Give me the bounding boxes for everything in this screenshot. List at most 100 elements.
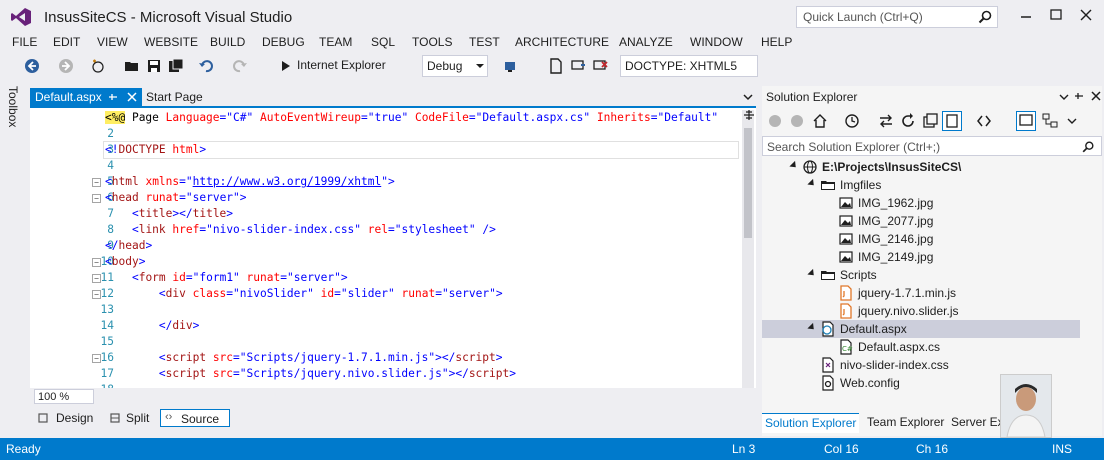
document-icon[interactable] — [548, 58, 564, 74]
tree-item[interactable]: Default.aspx — [762, 320, 1080, 338]
editor-vertical-scrollbar[interactable] — [742, 110, 754, 388]
code-line[interactable]: 13 — [30, 302, 750, 318]
menu-edit[interactable]: EDIT — [53, 35, 80, 49]
start-debugging-icon[interactable] — [278, 58, 294, 74]
tree-item[interactable]: Imgfiles — [762, 176, 1080, 194]
menu-test[interactable]: TEST — [469, 35, 500, 49]
expand-arrow-icon[interactable] — [807, 322, 817, 333]
code-line[interactable]: 2 — [30, 126, 750, 142]
back-icon[interactable] — [24, 58, 40, 74]
home-icon[interactable] — [812, 113, 828, 129]
menu-help[interactable]: HELP — [761, 35, 792, 49]
forward-icon[interactable] — [790, 114, 804, 128]
class-diagram-icon[interactable] — [1042, 113, 1058, 129]
collapse-toggle-icon[interactable]: − — [92, 194, 101, 203]
code-line[interactable]: 16− <script src="Scripts/jquery-1.7.1.mi… — [30, 350, 750, 366]
comment-icon[interactable] — [570, 58, 586, 74]
open-file-icon[interactable] — [124, 58, 140, 74]
collapse-all-icon[interactable] — [922, 113, 938, 129]
expand-arrow-icon[interactable] — [807, 178, 817, 189]
pin-icon[interactable] — [108, 91, 120, 103]
menu-debug[interactable]: DEBUG — [262, 35, 305, 49]
tree-item[interactable]: IMG_1962.jpg — [762, 194, 1080, 212]
save-all-icon[interactable] — [168, 58, 184, 74]
toolbox-strip[interactable]: Toolbox — [0, 82, 26, 438]
code-line[interactable]: 10− <body> — [30, 254, 750, 270]
code-line[interactable]: 11− <form id="form1" runat="server"> — [30, 270, 750, 286]
menu-window[interactable]: WINDOW — [690, 35, 743, 49]
code-line[interactable]: 1<%@ Page Language="C#" AutoEventWireup=… — [30, 110, 750, 126]
view-code-icon[interactable] — [976, 113, 992, 129]
menu-team[interactable]: TEAM — [319, 35, 352, 49]
code-line[interactable]: 3 <!DOCTYPE html> — [103, 141, 739, 159]
solution-explorer-search-input[interactable]: Search Solution Explorer (Ctrl+;) — [762, 136, 1102, 156]
minimize-icon[interactable] — [1012, 4, 1040, 26]
maximize-icon[interactable] — [1042, 4, 1070, 26]
code-line[interactable]: 7 <title></title> — [30, 206, 750, 222]
sync-icon[interactable] — [878, 113, 894, 129]
quick-launch-input[interactable]: Quick Launch (Ctrl+Q) — [796, 6, 998, 28]
menu-tools[interactable]: TOOLS — [412, 35, 452, 49]
expand-arrow-icon[interactable] — [789, 160, 799, 171]
tab-design[interactable]: Design — [34, 409, 104, 427]
code-line[interactable]: 17 <script src="Scripts/jquery.nivo.slid… — [30, 366, 750, 382]
menu-website[interactable]: WEBSITE — [144, 35, 198, 49]
collapse-toggle-icon[interactable]: − — [92, 354, 101, 363]
tab-source[interactable]: ‹› Source — [160, 409, 230, 427]
tree-item[interactable]: jquery.nivo.slider.js — [762, 302, 1080, 320]
tree-item[interactable]: Scripts — [762, 266, 1080, 284]
code-editor[interactable]: 1<%@ Page Language="C#" AutoEventWireup=… — [30, 106, 756, 388]
tree-item[interactable]: jquery-1.7.1.min.js — [762, 284, 1080, 302]
close-panel-icon[interactable] — [1090, 90, 1102, 102]
server-icon[interactable] — [502, 58, 518, 74]
doctype-dropdown[interactable]: DOCTYPE: XHTML5 — [620, 55, 758, 77]
tab-overflow-chevron-down-icon[interactable] — [742, 91, 754, 103]
menu-build[interactable]: BUILD — [210, 35, 245, 49]
menu-file[interactable]: FILE — [12, 35, 37, 49]
preview-selected-items-icon[interactable] — [1016, 111, 1036, 131]
code-line[interactable]: 15 — [30, 334, 750, 350]
split-window-icon[interactable] — [742, 108, 756, 122]
history-icon[interactable] — [844, 113, 860, 129]
new-project-icon[interactable] — [90, 58, 106, 74]
expand-arrow-icon[interactable] — [807, 268, 817, 279]
tree-item[interactable]: IMG_2146.jpg — [762, 230, 1080, 248]
forward-icon[interactable] — [58, 58, 74, 74]
collapse-toggle-icon[interactable]: − — [92, 290, 101, 299]
redo-icon[interactable] — [232, 58, 248, 74]
save-icon[interactable] — [146, 58, 162, 74]
menu-sql[interactable]: SQL — [371, 35, 395, 49]
tree-item[interactable]: nivo-slider-index.css — [762, 356, 1080, 374]
code-line[interactable]: 9 </head> — [30, 238, 750, 254]
back-icon[interactable] — [768, 114, 782, 128]
search-icon[interactable] — [977, 9, 993, 25]
code-line[interactable]: 5− <html xmlns="http://www.w3.org/1999/xh… — [30, 174, 750, 190]
search-icon[interactable] — [1081, 140, 1095, 154]
tab-team-explorer[interactable]: Team Explorer — [864, 413, 947, 433]
code-line[interactable]: 14 </div> — [30, 318, 750, 334]
code-line[interactable]: 4 — [30, 158, 750, 174]
tree-item[interactable]: E:\Projects\InsusSiteCS\ — [762, 158, 1080, 176]
code-line[interactable]: 6− <head runat="server"> — [30, 190, 750, 206]
tab-split[interactable]: Split — [106, 409, 156, 427]
tab-solution-explorer[interactable]: Solution Explorer — [762, 413, 860, 433]
menu-view[interactable]: VIEW — [97, 35, 128, 49]
collapse-toggle-icon[interactable]: − — [92, 274, 101, 283]
pin-icon[interactable] — [1074, 90, 1086, 102]
tab-default-aspx[interactable]: Default.aspx — [30, 88, 142, 106]
undo-icon[interactable] — [198, 58, 214, 74]
close-tab-icon[interactable] — [126, 91, 138, 103]
tree-item[interactable]: IMG_2077.jpg — [762, 212, 1080, 230]
tree-item[interactable]: C# Default.aspx.cs — [762, 338, 1080, 356]
collapse-toggle-icon[interactable]: − — [92, 178, 101, 187]
refresh-icon[interactable] — [900, 113, 916, 129]
code-line[interactable]: 12− <div class="nivoSlider" id="slider" … — [30, 286, 750, 302]
tree-item[interactable]: IMG_2149.jpg — [762, 248, 1080, 266]
menu-architecture[interactable]: ARCHITECTURE — [515, 35, 609, 49]
show-all-files-icon[interactable] — [942, 111, 962, 131]
browser-selector[interactable]: Internet Explorer — [297, 58, 386, 72]
configuration-dropdown[interactable]: Debug — [422, 55, 488, 77]
code-line[interactable]: 8 <link href="nivo-slider-index.css" rel… — [30, 222, 750, 238]
close-icon[interactable] — [1072, 4, 1100, 26]
toolbox-label[interactable]: Toolbox — [6, 86, 20, 127]
